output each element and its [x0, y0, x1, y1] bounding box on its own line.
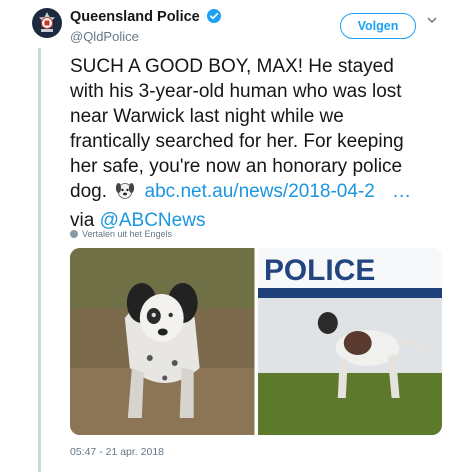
tweet-link[interactable]: abc.net.au/news/2018-04-2: [145, 181, 375, 202]
police-text: POLICE: [263, 254, 374, 287]
globe-icon: [70, 230, 78, 238]
account-name[interactable]: Queensland Police: [70, 9, 221, 27]
tweet-line-prefix: dog.: [70, 181, 107, 202]
photo-grid: POLICE: [70, 248, 442, 435]
dog-face-icon: [114, 179, 136, 208]
tweet-timestamp[interactable]: 05:47 - 21 apr. 2018: [70, 446, 164, 458]
dog-photo-image: [70, 248, 255, 435]
follow-button[interactable]: Volgen: [340, 13, 416, 39]
tweet-line: SUCH A GOOD BOY, MAX! He stayed: [70, 56, 394, 77]
account-handle[interactable]: @QldPolice: [70, 29, 139, 44]
police-car-photo-image: POLICE: [257, 248, 442, 435]
photo-right-police-car[interactable]: POLICE: [257, 248, 442, 435]
translate-label[interactable]: Vertalen uit het Engels: [82, 229, 172, 239]
chevron-down-icon[interactable]: [426, 14, 438, 29]
translate-link[interactable]: Vertalen uit het Engels: [70, 229, 172, 239]
tweet-line: her safe, you're now an honorary police: [70, 156, 403, 177]
tweet-text: SUCH A GOOD BOY, MAX! He stayed with his…: [70, 54, 445, 233]
photo-left-dog[interactable]: [70, 248, 255, 435]
tweet-line: frantically searched for her. For keepin…: [70, 131, 404, 152]
avatar[interactable]: [32, 8, 62, 38]
tweet-link-ellipsis[interactable]: …: [392, 181, 411, 202]
police-badge-icon: [39, 12, 55, 32]
account-name-text[interactable]: Queensland Police: [70, 9, 200, 25]
tweet-line: near Warwick last night while we: [70, 106, 344, 127]
mention-link[interactable]: @ABCNews: [100, 210, 206, 231]
verified-badge-icon: [206, 9, 221, 27]
tweet-line: with his 3-year-old human who was lost: [70, 81, 402, 102]
via-text: via: [70, 210, 95, 231]
tweet-line-link: dog. abc.net.au/news/2018-04-2 …: [70, 179, 445, 208]
thread-line: [38, 48, 41, 472]
